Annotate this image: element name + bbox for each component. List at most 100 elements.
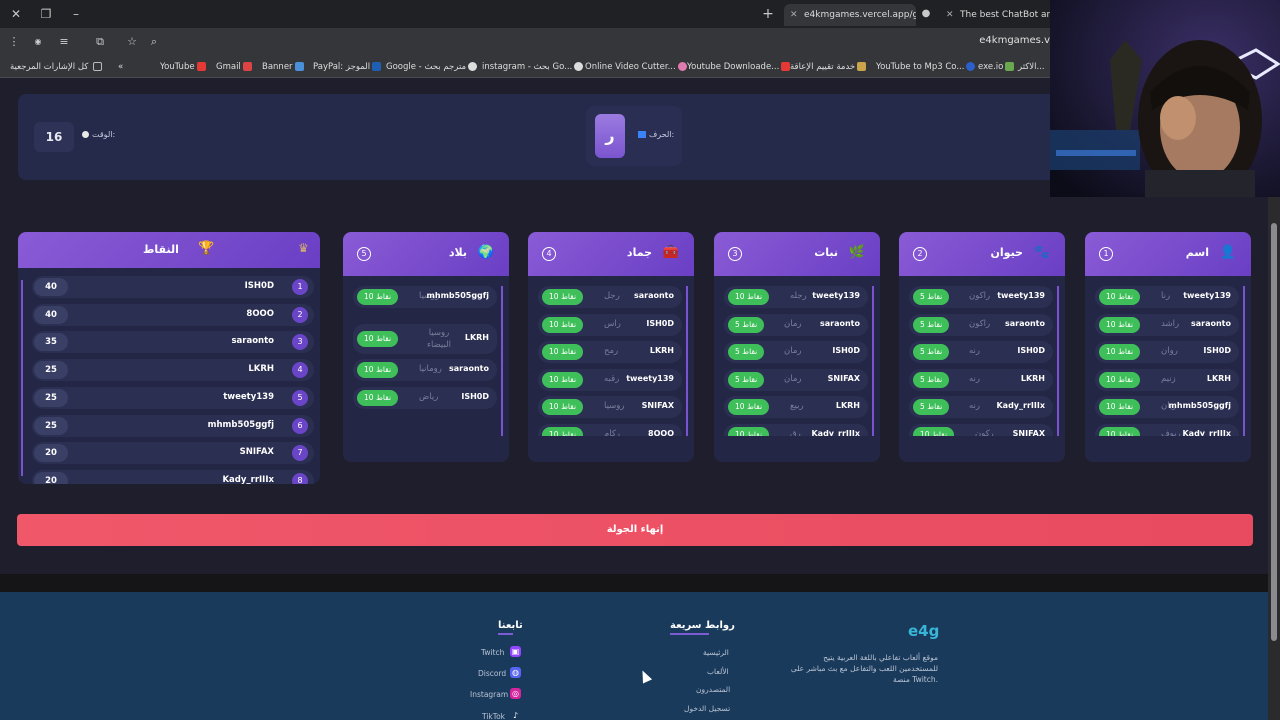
- answer-text: رق: [790, 429, 801, 436]
- footer-link-leaderboard[interactable]: المتصدرون: [696, 685, 730, 694]
- bookmark-video-cutter[interactable]: Online Video Cutter...: [585, 60, 689, 74]
- category-number: 3: [728, 247, 742, 261]
- player-name: saraonto: [1004, 318, 1045, 328]
- paypal-icon: [372, 62, 382, 71]
- instagram-icon[interactable]: ◎: [510, 688, 521, 699]
- social-tiktok-link[interactable]: TikTok: [482, 712, 505, 720]
- answer-row: 5 نقاط رنه Kady_rrIIIx: [909, 396, 1053, 419]
- social-instagram-link[interactable]: Instagram: [470, 690, 508, 699]
- player-name: tweety139: [626, 373, 674, 383]
- close-window-icon[interactable]: ✕: [8, 6, 24, 22]
- footer-link-games[interactable]: الألعاب: [707, 667, 729, 676]
- bookmark-banner[interactable]: Banner: [262, 60, 306, 74]
- points-badge: 10 نقاط: [357, 389, 399, 406]
- answer-row: 5 نقاط رنه LKRH: [909, 368, 1053, 391]
- player-name: 8OOO: [246, 308, 274, 319]
- menu-dots-icon[interactable]: ⋮: [6, 34, 22, 50]
- new-tab-icon[interactable]: +: [760, 6, 776, 22]
- answer-row: 5 نقاط رمان ISH0D: [724, 341, 868, 364]
- bookmark-all[interactable]: كل الإشارات المرجعية: [10, 60, 104, 74]
- profile-icon[interactable]: ◉: [30, 34, 46, 50]
- extensions-icon[interactable]: ⧉: [92, 34, 108, 50]
- bookmark-more[interactable]: الاكثر...: [1018, 60, 1045, 74]
- tab-e4kmgames[interactable]: ✕ e4kmgames.vercel.app/games/: [784, 4, 916, 26]
- player-name: mhmb505ggfj: [426, 291, 489, 300]
- social-discord-link[interactable]: Discord: [478, 669, 506, 678]
- search-icon[interactable]: ⌕: [146, 34, 162, 50]
- player-name: LKRH: [649, 346, 674, 356]
- bookmark-google-translate[interactable]: Google - مترجم بحث: [386, 60, 479, 74]
- bookmark-paypal[interactable]: PayPal: الموجز: [313, 60, 383, 74]
- letter-label: الحرف:: [638, 130, 674, 139]
- bookmarks-overflow-icon[interactable]: «: [118, 60, 123, 74]
- answer-text: رمح: [604, 346, 619, 357]
- media-icon[interactable]: ≡: [56, 34, 72, 50]
- answer-text: ركام: [604, 429, 621, 436]
- answer-row: 10 نقاط راشد saraonto: [1095, 313, 1239, 336]
- toolbox-icon: 🧰: [662, 245, 680, 260]
- close-tab-icon[interactable]: ✕: [790, 4, 798, 26]
- video-cutter-icon: [677, 62, 687, 71]
- bookmark-gmail[interactable]: Gmail: [216, 60, 254, 74]
- tab-chatbot[interactable]: ✕ The best ChatBot and Wi: [940, 4, 1050, 26]
- bookmark-star-icon[interactable]: ☆: [124, 34, 140, 50]
- rank-badge: 1: [292, 279, 308, 295]
- answer-text: رجل: [604, 291, 620, 301]
- points-badge: 10 نقاط: [542, 316, 584, 333]
- tiktok-icon[interactable]: ♪: [510, 710, 521, 720]
- answer-text: رجله: [790, 291, 807, 301]
- answer-text: رمان: [784, 373, 802, 384]
- answer-row: 10 نقاط رق Kady_rrIIIx: [724, 424, 868, 436]
- answer-text: ريوف: [1161, 429, 1181, 436]
- answer-row: 10 نقاط ركون SNIFAX: [909, 424, 1053, 436]
- answer-row: 10 نقاط رمح LKRH: [538, 341, 682, 364]
- answer-row: 10 نقاط رومانيا saraonto: [353, 359, 497, 382]
- bookmark-youtube-downloader[interactable]: Youtube Downloade...: [687, 60, 792, 74]
- score-row: 20 Kady_rrIIIx 8: [32, 469, 314, 484]
- restore-window-icon[interactable]: ❐: [38, 6, 54, 22]
- webcam-overlay: [1050, 0, 1280, 197]
- bookmark-youtube[interactable]: YouTube: [160, 60, 208, 74]
- trophy-icon: 🏆: [198, 241, 215, 256]
- end-round-button[interactable]: إنهاء الجولة: [17, 514, 1253, 546]
- close-tab-icon[interactable]: ✕: [946, 4, 954, 26]
- player-name: ISH0D: [832, 346, 860, 356]
- points-badge: 10 نقاط: [728, 427, 770, 436]
- url-field[interactable]: e4kmgames.v: [900, 35, 1050, 46]
- bookmark-mp3[interactable]: YouTube to Mp3 Co...: [876, 60, 977, 74]
- timer-label: الوقت:: [82, 130, 115, 139]
- letter-icon: [638, 131, 646, 138]
- category-title: نبات: [814, 246, 838, 259]
- answer-row: 5 نقاط رمان saraonto: [724, 313, 868, 336]
- scrollbar-thumb[interactable]: [1271, 223, 1277, 641]
- streamer-webcam-image: [1050, 0, 1280, 197]
- scoreboard-scrollbar[interactable]: [21, 280, 23, 476]
- category-card: 1 اسم 👤 10 نقاط رنا tweety139 10 نقاط راشد sarao…: [1085, 232, 1251, 462]
- tab-favicon-icon: ●: [921, 8, 931, 19]
- twitch-icon[interactable]: ▣: [510, 646, 521, 657]
- answer-row: 10 نقاط ربيع LKRH: [724, 396, 868, 419]
- answer-text: رياض: [419, 391, 439, 402]
- minimize-window-icon[interactable]: –: [68, 6, 84, 22]
- score-value: 40: [34, 278, 68, 296]
- social-twitch-link[interactable]: Twitch: [481, 648, 504, 657]
- player-name: saraonto: [633, 291, 674, 300]
- scoreboard-title: النقاط: [143, 243, 179, 256]
- player-name: saraonto: [1190, 318, 1231, 328]
- footer-link-login[interactable]: تسجيل الدخول: [684, 704, 730, 713]
- bookmark-exeio[interactable]: exe.io: [978, 60, 1016, 74]
- tab-title: e4kmgames.vercel.app/games/: [804, 10, 916, 20]
- points-badge: 10 نقاط: [542, 344, 584, 361]
- bookmark-instagram-search[interactable]: instagram - بحث Go...: [482, 60, 585, 74]
- footer-link-home[interactable]: الرئيسية: [703, 648, 729, 657]
- bookmark-disability[interactable]: خدمة تقييم الإعاقة: [790, 60, 868, 74]
- points-badge: 5 نقاط: [913, 371, 950, 388]
- discord-icon[interactable]: ◍: [510, 667, 521, 678]
- answer-text: رنا: [1161, 291, 1171, 301]
- score-value: 25: [34, 361, 68, 380]
- answer-text: رمان: [784, 346, 802, 357]
- points-badge: 10 نقاط: [357, 289, 399, 305]
- player-name: tweety139: [1183, 291, 1231, 300]
- rank-badge: 3: [292, 334, 308, 351]
- answer-row: 5 نقاط راكون tweety139: [909, 286, 1053, 308]
